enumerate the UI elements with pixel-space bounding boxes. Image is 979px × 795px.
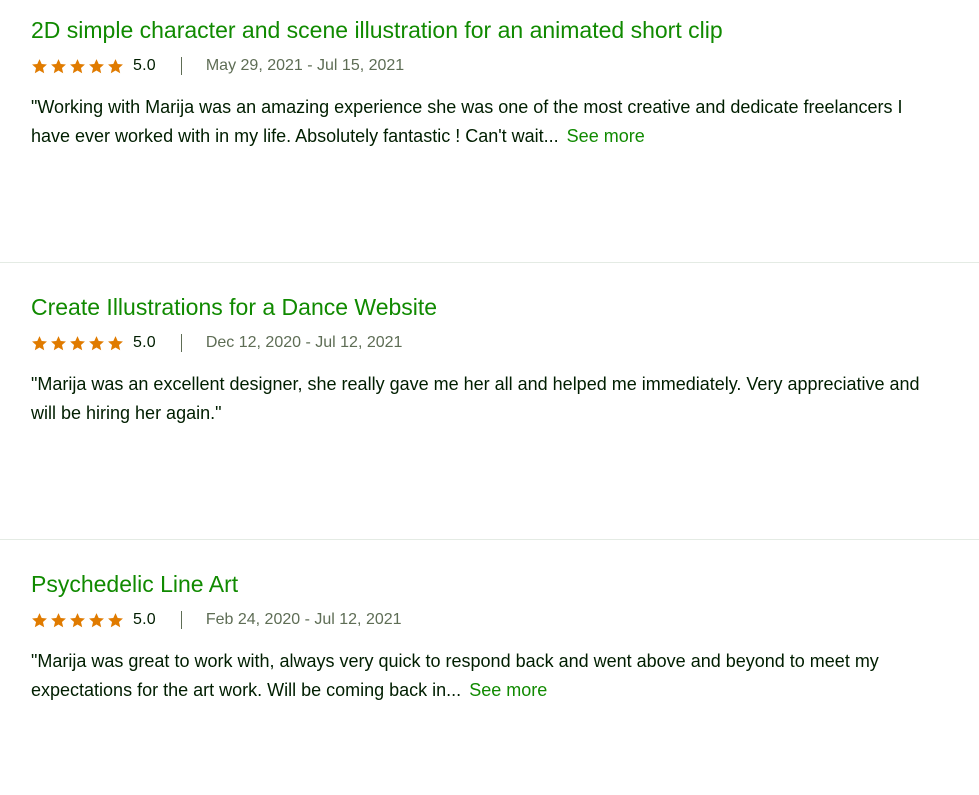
star-icon — [69, 612, 86, 629]
review-quote: "Marija was an excellent designer, she r… — [31, 370, 979, 428]
review-card: 2D simple character and scene illustrati… — [0, 16, 979, 151]
quote-line-text: have ever worked with in my life. Absolu… — [31, 126, 559, 146]
star-icon — [31, 335, 48, 352]
rating-value: 5.0 — [133, 334, 156, 351]
divider — [0, 262, 979, 263]
meta-separator — [180, 611, 182, 629]
meta-separator — [180, 334, 182, 352]
see-more-link[interactable]: See more — [469, 680, 547, 700]
contract-dates: May 29, 2021 - Jul 15, 2021 — [205, 57, 405, 74]
quote-line: "Marija was an excellent designer, she r… — [31, 374, 920, 394]
star-icon — [107, 58, 124, 75]
meta-separator — [180, 57, 182, 75]
contract-dates: Dec 12, 2020 - Jul 12, 2021 — [205, 334, 403, 351]
review-card: Create Illustrations for a Dance Website… — [0, 293, 979, 428]
star-icon — [88, 58, 105, 75]
quote-line: will be hiring her again." — [31, 403, 222, 423]
quote-line: have ever worked with in my life. Absolu… — [31, 122, 979, 151]
star-rating — [31, 612, 124, 629]
review-meta: 5.0 Feb 24, 2020 - Jul 12, 2021 — [31, 610, 979, 630]
review-card: Psychedelic Line Art 5.0 Feb 24, 2020 - … — [0, 570, 979, 705]
star-icon — [69, 335, 86, 352]
review-title[interactable]: Create Illustrations for a Dance Website — [31, 293, 979, 321]
review-meta: 5.0 Dec 12, 2020 - Jul 12, 2021 — [31, 333, 979, 353]
quote-line-text: expectations for the art work. Will be c… — [31, 680, 462, 700]
quote-line: "Working with Marija was an amazing expe… — [31, 97, 903, 117]
quote-line: "Marija was great to work with, always v… — [31, 651, 879, 671]
divider — [0, 539, 979, 540]
rating-value: 5.0 — [133, 57, 156, 74]
see-more-link[interactable]: See more — [567, 126, 645, 146]
review-meta: 5.0 May 29, 2021 - Jul 15, 2021 — [31, 56, 979, 76]
contract-dates: Feb 24, 2020 - Jul 12, 2021 — [205, 611, 402, 628]
star-icon — [88, 335, 105, 352]
review-title[interactable]: Psychedelic Line Art — [31, 570, 979, 598]
review-quote: "Working with Marija was an amazing expe… — [31, 93, 979, 151]
review-quote: "Marija was great to work with, always v… — [31, 647, 979, 705]
rating-value: 5.0 — [133, 611, 156, 628]
star-icon — [50, 58, 67, 75]
star-icon — [50, 335, 67, 352]
star-icon — [88, 612, 105, 629]
star-icon — [107, 612, 124, 629]
review-title[interactable]: 2D simple character and scene illustrati… — [31, 16, 979, 44]
star-icon — [69, 58, 86, 75]
star-rating — [31, 58, 124, 75]
star-icon — [31, 612, 48, 629]
star-rating — [31, 335, 124, 352]
star-icon — [31, 58, 48, 75]
quote-line: expectations for the art work. Will be c… — [31, 676, 979, 705]
star-icon — [50, 612, 67, 629]
star-icon — [107, 335, 124, 352]
